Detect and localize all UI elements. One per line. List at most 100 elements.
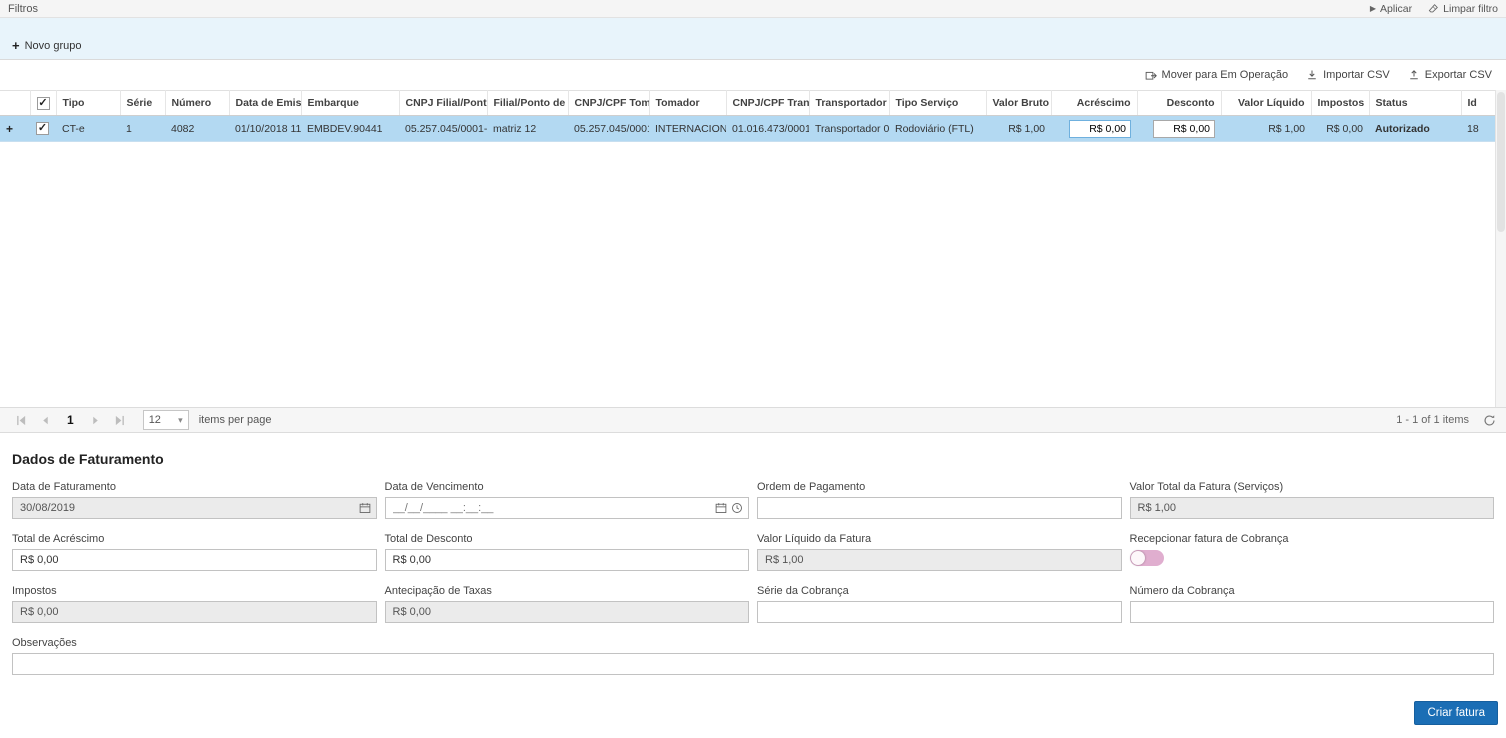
cell-serie: 1 <box>120 116 165 142</box>
col-header-acrescimo[interactable]: Acréscimo <box>1051 91 1137 116</box>
cell-id: 18 <box>1461 116 1495 142</box>
expand-row-button[interactable]: + <box>6 122 13 136</box>
col-header-filial[interactable]: Filial/Ponto de O... <box>487 91 568 116</box>
cell-expand: + <box>0 116 30 142</box>
import-csv-button[interactable]: Importar CSV <box>1306 69 1390 81</box>
next-page-button[interactable] <box>85 410 107 430</box>
footer: Criar fatura <box>0 675 1506 731</box>
col-header-tipo[interactable]: Tipo <box>56 91 120 116</box>
field-total-acrescimo: Total de Acréscimo <box>12 533 377 571</box>
check-icon: ✓ <box>38 123 47 134</box>
observacoes-label: Observações <box>12 637 1494 649</box>
download-icon <box>1306 69 1318 81</box>
desconto-input[interactable] <box>1153 120 1215 138</box>
col-header-serie[interactable]: Série <box>120 91 165 116</box>
antecipacao-input[interactable] <box>385 601 750 623</box>
filters-bar: Filtros ▶ Aplicar Limpar filtro <box>0 0 1506 18</box>
field-ordem-pagamento: Ordem de Pagamento <box>757 481 1122 519</box>
ordem-pagamento-label: Ordem de Pagamento <box>757 481 1122 493</box>
field-impostos: Impostos <box>12 585 377 623</box>
col-header-tomador[interactable]: Tomador <box>649 91 726 116</box>
col-header-tipo-servico[interactable]: Tipo Serviço <box>889 91 986 116</box>
page-number[interactable]: 1 <box>58 413 83 427</box>
serie-cobranca-input[interactable] <box>757 601 1122 623</box>
col-header-embarque[interactable]: Embarque <box>301 91 399 116</box>
toggle-knob <box>1131 551 1145 565</box>
cell-tipo: CT-e <box>56 116 120 142</box>
plus-icon: + <box>12 39 20 52</box>
cell-valor-bruto: R$ 1,00 <box>986 116 1051 142</box>
new-group-button[interactable]: + Novo grupo <box>12 39 81 52</box>
move-to-operation-button[interactable]: Mover para Em Operação <box>1145 69 1289 81</box>
data-vencimento-input[interactable] <box>385 497 750 519</box>
row-checkbox[interactable]: ✓ <box>36 122 49 135</box>
col-header-valor-liquido[interactable]: Valor Líquido <box>1221 91 1311 116</box>
col-header-impostos[interactable]: Impostos <box>1311 91 1369 116</box>
impostos-input[interactable] <box>12 601 377 623</box>
cell-valor-liquido: R$ 1,00 <box>1221 116 1311 142</box>
move-to-operation-label: Mover para Em Operação <box>1162 69 1289 81</box>
export-csv-button[interactable]: Exportar CSV <box>1408 69 1492 81</box>
calendar-icon[interactable] <box>359 502 371 514</box>
last-page-button[interactable] <box>109 410 131 430</box>
filters-title: Filtros <box>8 3 38 15</box>
vertical-scrollbar[interactable] <box>1495 90 1506 407</box>
total-acrescimo-input[interactable] <box>12 549 377 571</box>
field-total-desconto: Total de Desconto <box>385 533 750 571</box>
clear-filter-button[interactable]: Limpar filtro <box>1428 3 1498 15</box>
clear-filter-label: Limpar filtro <box>1443 3 1498 15</box>
refresh-icon[interactable] <box>1483 414 1496 427</box>
numero-cobranca-input[interactable] <box>1130 601 1495 623</box>
billing-section: Dados de Faturamento Data de Faturamento… <box>0 433 1506 675</box>
field-valor-liquido: Valor Líquido da Fatura <box>757 533 1122 571</box>
col-header-desconto[interactable]: Desconto <box>1137 91 1221 116</box>
grid-table: ✓ Tipo Série Número Data de Emiss... Emb… <box>0 90 1496 142</box>
cell-embarque: EMBDEV.90441 <box>301 116 399 142</box>
col-header-transportador[interactable]: Transportador <box>809 91 889 116</box>
observacoes-input[interactable] <box>12 653 1494 675</box>
field-numero-cobranca: Número da Cobrança <box>1130 585 1495 623</box>
numero-cobranca-label: Número da Cobrança <box>1130 585 1495 597</box>
apply-filter-label: Aplicar <box>1380 3 1412 15</box>
grid-header-row: ✓ Tipo Série Número Data de Emiss... Emb… <box>0 91 1495 116</box>
col-header-data-emissao[interactable]: Data de Emiss... <box>229 91 301 116</box>
page-size-value: 12 <box>149 414 161 426</box>
prev-page-button[interactable] <box>34 410 56 430</box>
antecipacao-label: Antecipação de Taxas <box>385 585 750 597</box>
field-valor-total: Valor Total da Fatura (Serviços) <box>1130 481 1495 519</box>
col-header-status[interactable]: Status <box>1369 91 1461 116</box>
ordem-pagamento-input[interactable] <box>757 497 1122 519</box>
clock-icon[interactable] <box>731 502 743 514</box>
recepcionar-toggle[interactable] <box>1130 550 1164 566</box>
upload-icon <box>1408 69 1420 81</box>
pager-right: 1 - 1 of 1 items <box>1396 414 1496 427</box>
col-header-numero[interactable]: Número <box>165 91 229 116</box>
select-all-checkbox[interactable]: ✓ <box>37 97 50 110</box>
col-header-cnpj-transp[interactable]: CNPJ/CPF Transp... <box>726 91 809 116</box>
field-recepcionar: Recepcionar fatura de Cobrança <box>1130 533 1495 571</box>
valor-liquido-input[interactable] <box>757 549 1122 571</box>
create-invoice-button[interactable]: Criar fatura <box>1414 701 1498 725</box>
apply-filter-button[interactable]: ▶ Aplicar <box>1370 3 1412 15</box>
first-page-button[interactable] <box>10 410 32 430</box>
total-desconto-input[interactable] <box>385 549 750 571</box>
serie-cobranca-label: Série da Cobrança <box>757 585 1122 597</box>
col-header-valor-bruto[interactable]: Valor Bruto <box>986 91 1051 116</box>
col-header-id[interactable]: Id <box>1461 91 1495 116</box>
total-desconto-label: Total de Desconto <box>385 533 750 545</box>
cell-cnpj-filial: 05.257.045/0001-60 <box>399 116 487 142</box>
data-faturamento-input[interactable] <box>12 497 377 519</box>
valor-liquido-label: Valor Líquido da Fatura <box>757 533 1122 545</box>
check-icon: ✓ <box>38 98 47 109</box>
page-size-dropdown[interactable]: 12 ▾ <box>143 410 189 430</box>
acrescimo-input[interactable] <box>1069 120 1131 138</box>
valor-total-input[interactable] <box>1130 497 1495 519</box>
col-header-cnpj-filial[interactable]: CNPJ Filial/Ponto de ... <box>399 91 487 116</box>
total-acrescimo-label: Total de Acréscimo <box>12 533 377 545</box>
grid-row[interactable]: + ✓ CT-e 1 4082 01/10/2018 11:07 EMBDEV.… <box>0 116 1495 142</box>
calendar-icon[interactable] <box>715 502 727 514</box>
filters-actions: ▶ Aplicar Limpar filtro <box>1370 3 1498 15</box>
cell-cnpj-transp: 01.016.473/0001-40 <box>726 116 809 142</box>
col-header-cnpj-tomador[interactable]: CNPJ/CPF Tomador <box>568 91 649 116</box>
scrollbar-thumb[interactable] <box>1497 92 1505 232</box>
